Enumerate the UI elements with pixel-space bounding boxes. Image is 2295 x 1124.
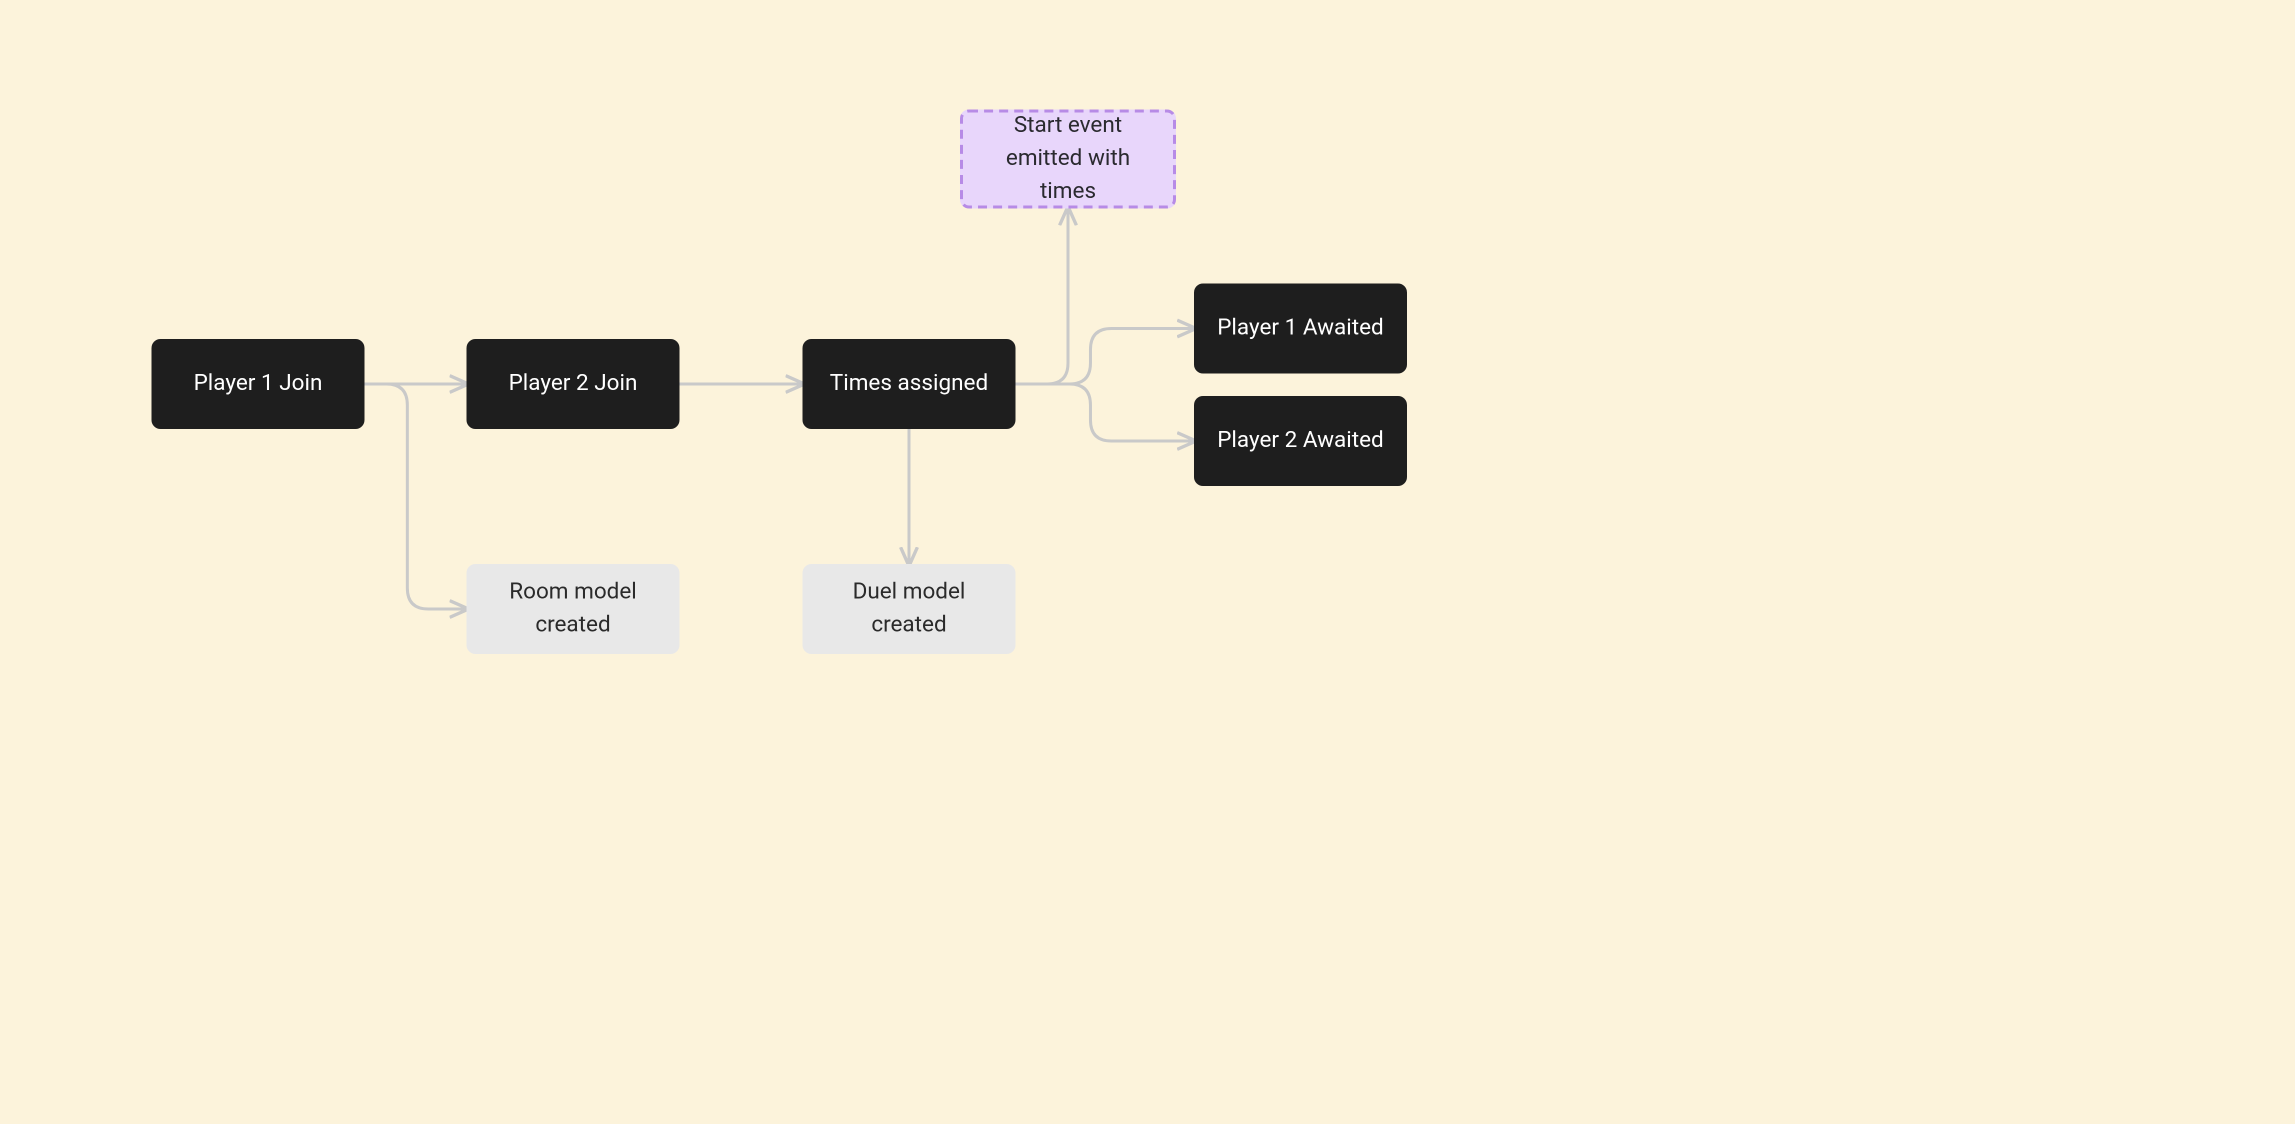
node-times-assigned: Times assigned [803, 339, 1016, 429]
node-label: Times assigned [830, 368, 988, 401]
connector [1016, 329, 1195, 385]
connector [1016, 209, 1069, 385]
node-label: Room model created [488, 576, 659, 641]
node-label: Start event emitted with times [984, 110, 1152, 208]
node-start-event: Start event emitted with times [960, 110, 1176, 209]
connector [1016, 384, 1195, 441]
node-player2-join: Player 2 Join [467, 339, 680, 429]
connector [365, 384, 467, 609]
node-label: Player 2 Awaited [1217, 425, 1384, 458]
node-player1-awaited: Player 1 Awaited [1194, 284, 1407, 374]
node-label: Player 2 Join [509, 368, 638, 401]
node-label: Player 1 Join [194, 368, 323, 401]
node-label: Player 1 Awaited [1217, 312, 1384, 345]
node-room-model: Room model created [467, 564, 680, 654]
node-label: Duel model created [824, 576, 995, 641]
node-duel-model: Duel model created [803, 564, 1016, 654]
node-player1-join: Player 1 Join [152, 339, 365, 429]
node-player2-awaited: Player 2 Awaited [1194, 396, 1407, 486]
diagram-canvas: Player 1 Join Player 2 Join Times assigned… [0, 0, 2295, 1124]
